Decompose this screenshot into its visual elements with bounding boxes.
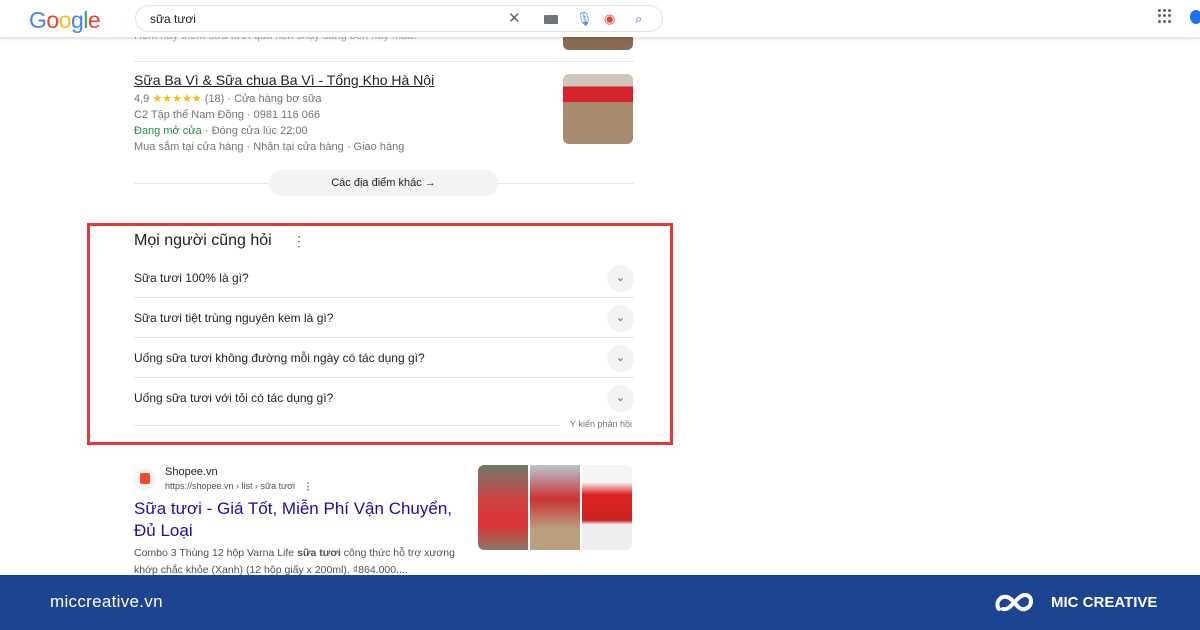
more-places-button[interactable]: Các địa điểm khác → xyxy=(269,170,498,196)
chevron-down-icon[interactable]: ⌄ xyxy=(607,385,634,412)
feedback-link[interactable]: Ý kiến phản hồi xyxy=(570,419,632,429)
reviews: (18) xyxy=(204,93,225,105)
chevron-down-icon[interactable]: ⌄ xyxy=(607,265,634,292)
more-options-icon[interactable]: ⋮ xyxy=(292,233,306,250)
place-services: Mua sắm tại cửa hàng · Nhận tại cửa hàng… xyxy=(134,141,405,153)
open-status: Đang mở cửa xyxy=(134,125,202,137)
result-url[interactable]: https://shopee.vn › list › sữa tươi ⋮ xyxy=(165,481,313,492)
search-box[interactable]: sữa tươi ✕ 🎙 ◉ ⌕ xyxy=(135,5,663,32)
paa-question[interactable]: Sữa tươi 100% là gì? ⌄ xyxy=(134,258,634,298)
paa-question[interactable]: Sữa tươi tiệt trùng nguyên kem là gì? ⌄ xyxy=(134,298,634,338)
infinity-logo-icon xyxy=(995,592,1033,612)
avatar[interactable] xyxy=(1190,10,1200,24)
paa-question[interactable]: Uống sữa tươi không đường mỗi ngày có tá… xyxy=(134,338,634,378)
stars: ★★★★★ xyxy=(152,93,202,105)
shopee-favicon xyxy=(134,468,156,490)
product-image[interactable] xyxy=(478,465,528,550)
paa-question[interactable]: Uống sữa tươi với tỏi có tác dụng gì? ⌄ xyxy=(134,378,634,418)
google-header: Google sữa tươi ✕ 🎙 ◉ ⌕ xyxy=(0,0,1200,37)
chevron-down-icon[interactable]: ⌄ xyxy=(607,345,634,372)
search-input[interactable]: sữa tươi xyxy=(150,12,196,26)
rating: 4,9 xyxy=(134,93,150,105)
search-icon[interactable]: ⌕ xyxy=(635,11,642,27)
product-image[interactable] xyxy=(530,465,580,550)
result-images[interactable] xyxy=(478,465,632,550)
brand-logo: MIC CREATIVE xyxy=(993,587,1157,617)
place-address: C2 Tập thể Nam Đồng · 0981 116 066 xyxy=(134,109,321,121)
paa-title: Mọi người cũng hỏi xyxy=(134,232,272,249)
footer-site: miccreative.vn xyxy=(50,592,163,611)
hours: · Đóng cửa lúc 22:00 xyxy=(204,125,308,137)
place-hours: Đang mở cửa · Đóng cửa lúc 22:00 xyxy=(134,125,308,137)
clear-icon[interactable]: ✕ xyxy=(508,9,521,27)
place-title[interactable]: Sữa Ba Vì & Sữa chua Ba Vì - Tổng Kho Hà… xyxy=(134,72,434,88)
footer-banner: miccreative.vn MIC CREATIVE xyxy=(0,575,1200,630)
result-site[interactable]: Shopee.vn xyxy=(165,466,218,478)
result-title[interactable]: Sữa tươi - Giá Tốt, Miễn Phí Vận Chuyển,… xyxy=(134,498,464,542)
more-options-icon[interactable]: ⋮ xyxy=(304,481,313,491)
google-logo[interactable]: Google xyxy=(29,7,101,34)
result-description: Combo 3 Thùng 12 hộp Varna Life sữa tươi… xyxy=(134,547,455,576)
lens-icon[interactable]: ◉ xyxy=(604,11,615,27)
keyboard-icon[interactable] xyxy=(544,15,558,24)
apps-grid-icon[interactable] xyxy=(1158,9,1172,23)
divider xyxy=(134,425,559,426)
place-rating-line: 4,9 ★★★★★ (18) · Cửa hàng bơ sữa xyxy=(134,92,321,105)
chevron-down-icon[interactable]: ⌄ xyxy=(607,305,634,332)
product-image[interactable] xyxy=(582,465,632,550)
place-thumbnail[interactable] xyxy=(563,74,633,144)
divider xyxy=(134,61,634,62)
category: · Cửa hàng bơ sữa xyxy=(227,93,322,105)
mic-icon[interactable]: 🎙 xyxy=(576,11,593,27)
